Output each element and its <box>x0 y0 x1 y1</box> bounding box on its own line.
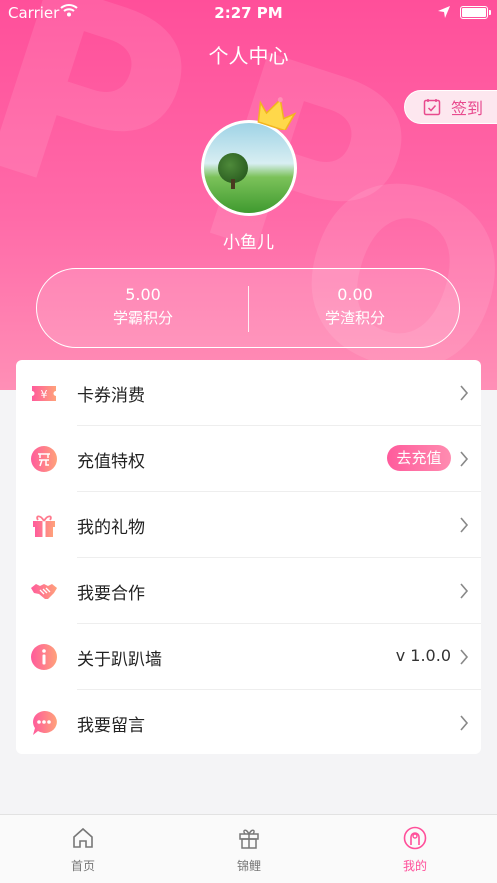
menu-item-label: 卡券消费 <box>77 386 145 406</box>
menu-item-recharge[interactable]: 充值特权 去充值 <box>16 426 481 492</box>
avatar-image <box>201 120 297 216</box>
points-slacker[interactable]: 0.00 学渣积分 <box>249 285 461 329</box>
username: 小鱼儿 <box>223 233 274 253</box>
status-bar: Carrier 2:27 PM <box>0 0 497 26</box>
svg-text:¥: ¥ <box>41 388 48 401</box>
menu-item-about[interactable]: 关于趴趴墙 v 1.0.0 <box>16 624 481 690</box>
points-panel: 5.00 学霸积分 0.00 学渣积分 <box>36 268 460 348</box>
menu-item-coupon[interactable]: ¥ 卡券消费 <box>16 360 481 426</box>
crown-icon <box>255 96 297 134</box>
menu-item-cooperation[interactable]: 我要合作 <box>16 558 481 624</box>
chevron-right-icon <box>459 714 469 736</box>
chevron-right-icon <box>459 582 469 604</box>
handshake-icon <box>30 577 58 605</box>
tab-bar: 首页 锦鲤 我的 <box>0 814 497 883</box>
menu-item-message[interactable]: 我要留言 <box>16 690 481 756</box>
signin-label: 签到 <box>451 99 484 118</box>
calendar-check-icon <box>423 98 441 116</box>
recharge-badge-button[interactable]: 去充值 <box>387 445 451 471</box>
tab-home[interactable]: 首页 <box>0 815 166 883</box>
recharge-icon <box>30 445 58 473</box>
menu-list: ¥ 卡券消费 充值特权 去充值 我的礼物 我要合作 关于趴趴墙 v 1.0.0 … <box>16 360 481 754</box>
tab-label: 首页 <box>70 859 95 873</box>
info-icon <box>30 643 58 671</box>
chevron-right-icon <box>459 648 469 670</box>
tab-koi[interactable]: 锦鲤 <box>166 815 332 883</box>
points-slacker-label: 学渣积分 <box>324 309 385 327</box>
points-scholar[interactable]: 5.00 学霸积分 <box>37 285 249 329</box>
profile-icon <box>403 826 427 854</box>
points-slacker-value: 0.00 <box>337 285 373 304</box>
points-scholar-value: 5.00 <box>125 285 161 304</box>
status-time: 2:27 PM <box>214 4 283 22</box>
app-version: v 1.0.0 <box>395 646 451 665</box>
tab-label: 我的 <box>402 859 427 873</box>
menu-item-gift[interactable]: 我的礼物 <box>16 492 481 558</box>
tab-label: 锦鲤 <box>236 859 261 873</box>
gift-box-icon <box>237 826 261 854</box>
watermark-letter: P <box>0 0 223 274</box>
ticket-icon: ¥ <box>30 379 58 407</box>
page-title: 个人中心 <box>208 44 289 68</box>
menu-item-label: 关于趴趴墙 <box>77 650 162 670</box>
home-icon <box>71 826 95 854</box>
signin-button[interactable]: 签到 <box>404 90 497 124</box>
menu-item-label: 我要合作 <box>77 584 145 604</box>
chevron-right-icon <box>459 384 469 406</box>
message-icon <box>30 709 58 737</box>
avatar[interactable] <box>201 120 297 216</box>
location-arrow-icon <box>437 5 451 23</box>
battery-icon <box>460 6 491 19</box>
menu-item-label: 我的礼物 <box>77 518 145 538</box>
menu-item-label: 我要留言 <box>77 716 145 736</box>
menu-item-label: 充值特权 <box>77 452 145 472</box>
chevron-right-icon <box>459 516 469 538</box>
tab-mine[interactable]: 我的 <box>332 815 497 883</box>
chevron-right-icon <box>459 450 469 472</box>
points-scholar-label: 学霸积分 <box>112 309 173 327</box>
gift-icon <box>30 511 58 539</box>
